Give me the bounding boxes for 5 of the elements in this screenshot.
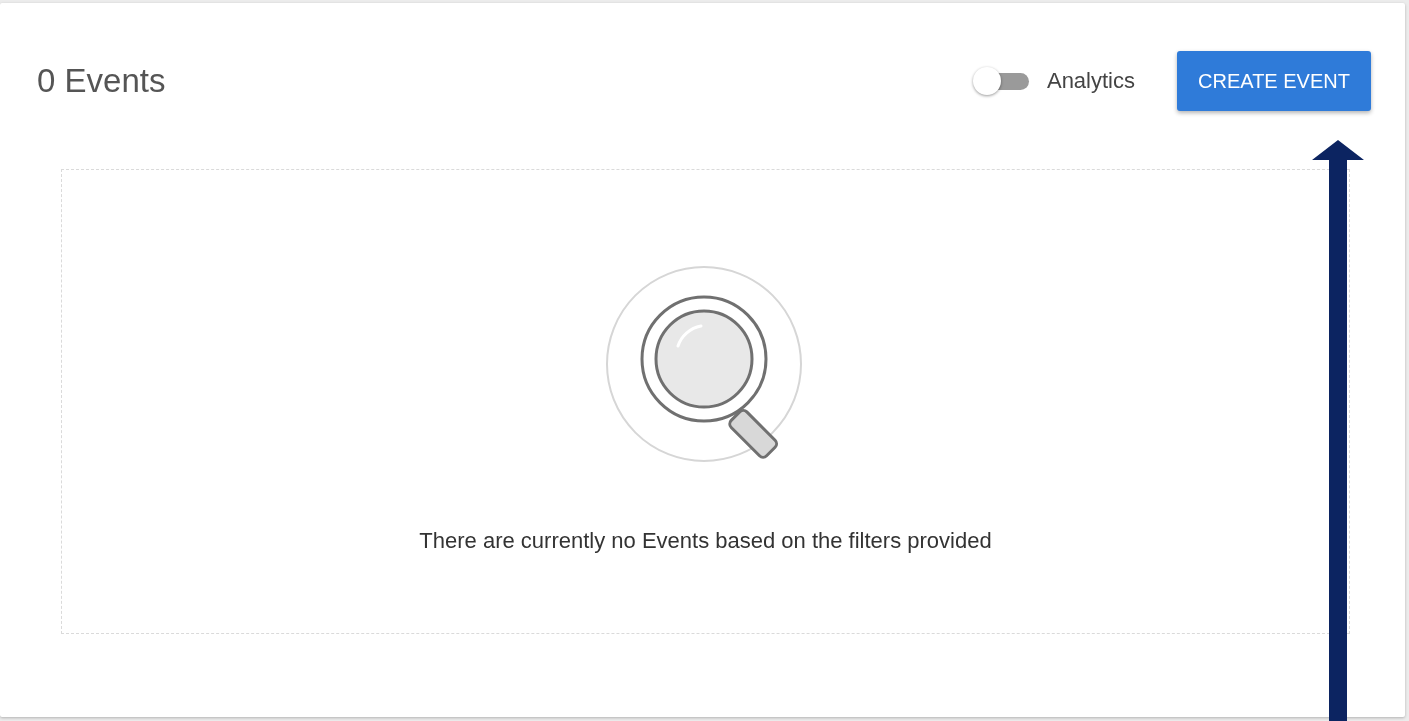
analytics-toggle[interactable] bbox=[972, 67, 1031, 95]
empty-message: There are currently no Events based on the filters provided bbox=[419, 528, 992, 554]
page-title: 0 Events bbox=[37, 62, 166, 100]
toggle-label: Analytics bbox=[1046, 68, 1135, 94]
create-event-button[interactable]: CREATE EVENT bbox=[1177, 51, 1371, 111]
